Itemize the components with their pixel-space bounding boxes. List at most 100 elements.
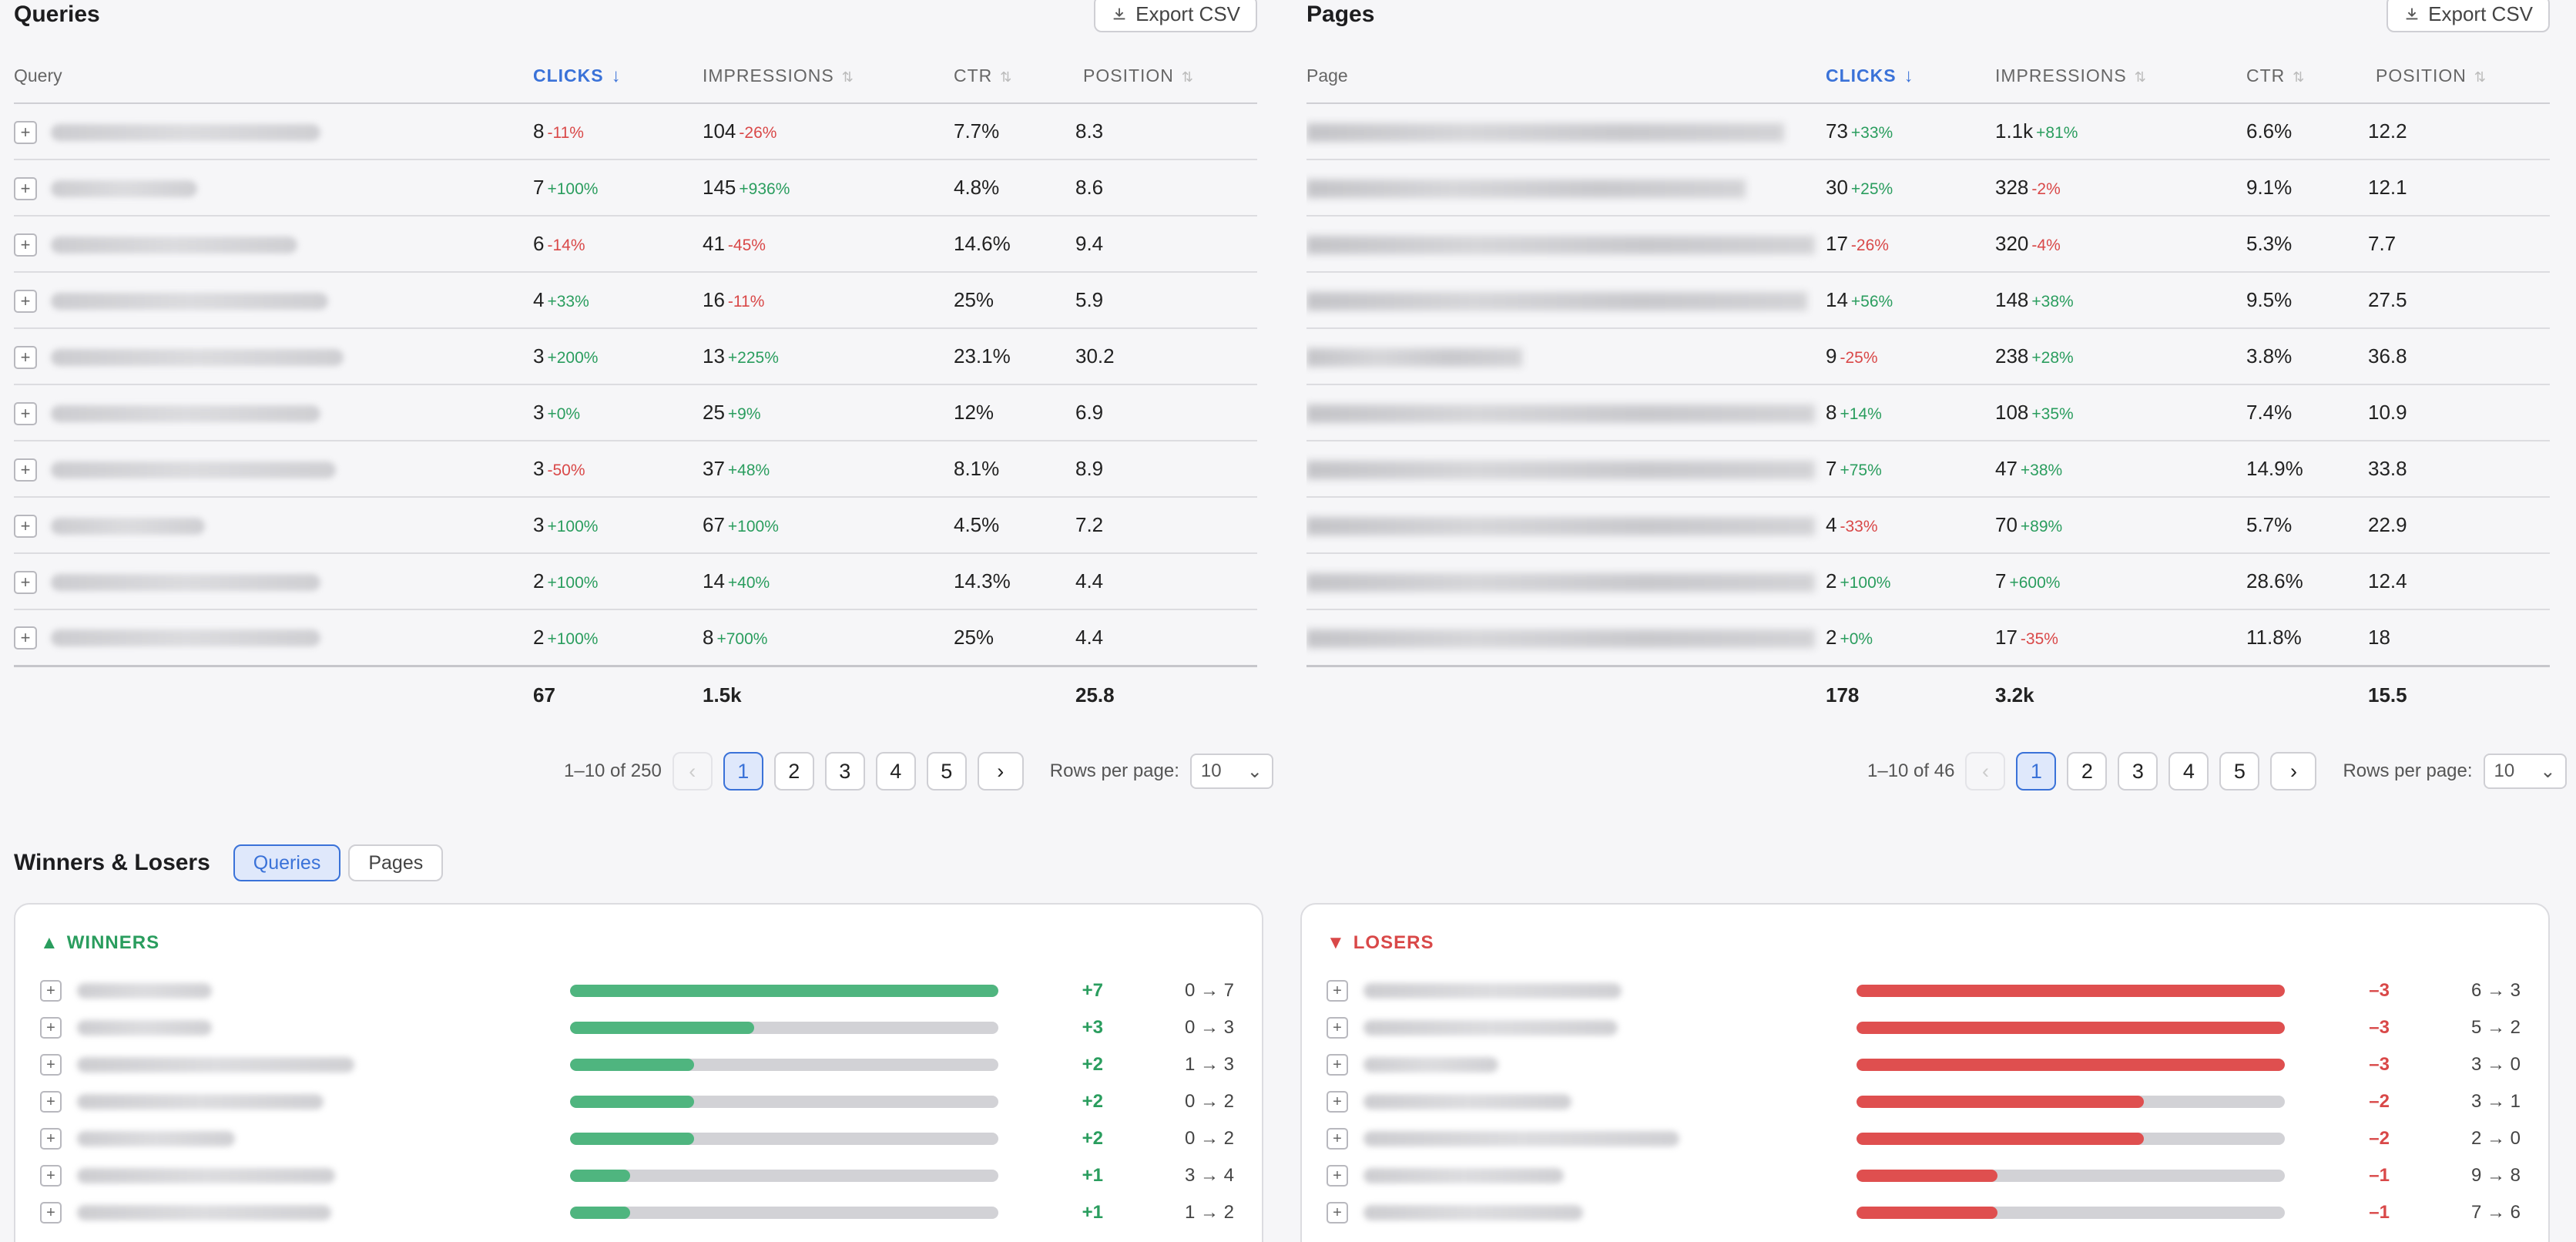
col-impressions[interactable]: IMPRESSIONS ⇅ — [1995, 49, 2246, 104]
plus-icon[interactable]: + — [14, 120, 37, 144]
page-button[interactable]: 5 — [2219, 752, 2260, 791]
page-button[interactable]: 2 — [773, 752, 814, 791]
plus-icon[interactable]: + — [14, 626, 37, 650]
page-url-cell[interactable] — [1306, 384, 1826, 441]
tab-queries[interactable]: Queries — [233, 844, 341, 881]
plus-icon[interactable]: + — [40, 1017, 62, 1039]
plus-icon[interactable]: + — [1327, 1054, 1348, 1076]
table-row[interactable]: +6 -14% 41 -45% 14.6% 9.4 — [14, 216, 1257, 273]
table-row[interactable]: +3 +200% 13 +225% 23.1% 30.2 — [14, 328, 1257, 385]
queries-export-button[interactable]: Export CSV — [1094, 0, 1257, 32]
table-row[interactable]: +4 +33% 16 -11% 25% 5.9 — [14, 272, 1257, 329]
plus-icon[interactable]: + — [40, 1054, 62, 1076]
page-url-cell[interactable] — [1306, 328, 1826, 385]
list-item[interactable]: + –3 6 → 3 — [1327, 972, 2528, 1009]
list-item[interactable]: + +2 0 → 2 — [40, 1120, 1242, 1157]
query-cell[interactable]: + — [14, 159, 533, 217]
page-button[interactable]: 5 — [926, 752, 967, 791]
plus-icon[interactable]: + — [1327, 980, 1348, 1002]
query-cell[interactable]: + — [14, 609, 533, 666]
next-page-button[interactable]: › — [977, 752, 1024, 791]
table-row[interactable]: 30 +25% 328 -2% 9.1% 12.1 — [1306, 159, 2550, 217]
table-row[interactable]: 2 +0% 17 -35% 11.8% 18 — [1306, 609, 2550, 666]
page-button[interactable]: 3 — [824, 752, 865, 791]
page-button[interactable]: 2 — [2067, 752, 2108, 791]
plus-icon[interactable]: + — [40, 1128, 62, 1150]
plus-icon[interactable]: + — [14, 289, 37, 313]
table-row[interactable]: +8 -11% 104 -26% 7.7% 8.3 — [14, 103, 1257, 160]
col-ctr[interactable]: CTR ⇅ — [954, 49, 1075, 104]
page-url-cell[interactable] — [1306, 441, 1826, 498]
plus-icon[interactable]: + — [1327, 1128, 1348, 1150]
page-button[interactable]: 1 — [723, 752, 763, 791]
plus-icon[interactable]: + — [14, 176, 37, 200]
table-row[interactable]: +3 -50% 37 +48% 8.1% 8.9 — [14, 441, 1257, 498]
plus-icon[interactable]: + — [1327, 1017, 1348, 1039]
list-item[interactable]: + –1 7 → 6 — [1327, 1194, 2528, 1231]
list-item[interactable]: + +2 0 → 2 — [40, 1083, 1242, 1120]
plus-icon[interactable]: + — [14, 401, 37, 425]
query-cell[interactable]: + — [14, 384, 533, 441]
query-cell[interactable]: + — [14, 328, 533, 385]
page-url-cell[interactable] — [1306, 216, 1826, 273]
table-row[interactable]: +2 +100% 8 +700% 25% 4.4 — [14, 609, 1257, 666]
table-row[interactable]: 4 -33% 70 +89% 5.7% 22.9 — [1306, 497, 2550, 554]
list-item[interactable]: + +3 0 → 3 — [40, 1009, 1242, 1046]
table-row[interactable]: 7 +75% 47 +38% 14.9% 33.8 — [1306, 441, 2550, 498]
prev-page-button[interactable]: ‹ — [672, 752, 713, 791]
rows-per-page-select[interactable]: 10 ⌄ — [2483, 754, 2567, 789]
query-cell[interactable]: + — [14, 216, 533, 273]
col-ctr[interactable]: CTR ⇅ — [2246, 49, 2368, 104]
plus-icon[interactable]: + — [14, 233, 37, 257]
list-item[interactable]: + +1 3 → 4 — [40, 1157, 1242, 1194]
tab-pages[interactable]: Pages — [348, 844, 444, 881]
col-clicks[interactable]: CLICKS ↓ — [1826, 49, 1995, 104]
table-row[interactable]: +7 +100% 145 +936% 4.8% 8.6 — [14, 159, 1257, 217]
page-url-cell[interactable] — [1306, 497, 1826, 554]
plus-icon[interactable]: + — [40, 980, 62, 1002]
col-position[interactable]: POSITION ⇅ — [1075, 49, 1257, 104]
list-item[interactable]: + –2 3 → 1 — [1327, 1083, 2528, 1120]
prev-page-button[interactable]: ‹ — [1965, 752, 2006, 791]
plus-icon[interactable]: + — [40, 1202, 62, 1224]
col-position[interactable]: POSITION ⇅ — [2368, 49, 2550, 104]
rows-per-page-select[interactable]: 10 ⌄ — [1189, 754, 1273, 789]
page-url-cell[interactable] — [1306, 272, 1826, 329]
plus-icon[interactable]: + — [40, 1091, 62, 1113]
query-cell[interactable]: + — [14, 441, 533, 498]
table-row[interactable]: +2 +100% 14 +40% 14.3% 4.4 — [14, 553, 1257, 610]
list-item[interactable]: + –2 2 → 0 — [1327, 1120, 2528, 1157]
list-item[interactable]: + –3 5 → 2 — [1327, 1009, 2528, 1046]
plus-icon[interactable]: + — [14, 458, 37, 482]
page-url-cell[interactable] — [1306, 553, 1826, 610]
table-row[interactable]: 2 +100% 7 +600% 28.6% 12.4 — [1306, 553, 2550, 610]
list-item[interactable]: + +1 1 → 2 — [40, 1194, 1242, 1231]
list-item[interactable]: + +2 1 → 3 — [40, 1046, 1242, 1083]
list-item[interactable]: + –1 9 → 8 — [1327, 1157, 2528, 1194]
page-url-cell[interactable] — [1306, 103, 1826, 160]
table-row[interactable]: 73 +33% 1.1k +81% 6.6% 12.2 — [1306, 103, 2550, 160]
page-url-cell[interactable] — [1306, 609, 1826, 666]
table-row[interactable]: 9 -25% 238 +28% 3.8% 36.8 — [1306, 328, 2550, 385]
query-cell[interactable]: + — [14, 272, 533, 329]
col-impressions[interactable]: IMPRESSIONS ⇅ — [703, 49, 954, 104]
page-button[interactable]: 3 — [2118, 752, 2158, 791]
plus-icon[interactable]: + — [1327, 1091, 1348, 1113]
list-item[interactable]: + +7 0 → 7 — [40, 972, 1242, 1009]
list-item[interactable]: + –3 3 → 0 — [1327, 1046, 2528, 1083]
plus-icon[interactable]: + — [14, 345, 37, 369]
plus-icon[interactable]: + — [1327, 1202, 1348, 1224]
page-button[interactable]: 1 — [2016, 752, 2057, 791]
table-row[interactable]: 17 -26% 320 -4% 5.3% 7.7 — [1306, 216, 2550, 273]
next-page-button[interactable]: › — [2270, 752, 2317, 791]
table-row[interactable]: 8 +14% 108 +35% 7.4% 10.9 — [1306, 384, 2550, 441]
col-clicks[interactable]: CLICKS ↓ — [533, 49, 703, 104]
plus-icon[interactable]: + — [40, 1165, 62, 1187]
page-button[interactable]: 4 — [2168, 752, 2209, 791]
table-row[interactable]: +3 +100% 67 +100% 4.5% 7.2 — [14, 497, 1257, 554]
pages-export-button[interactable]: Export CSV — [2386, 0, 2550, 32]
page-url-cell[interactable] — [1306, 159, 1826, 217]
table-row[interactable]: 14 +56% 148 +38% 9.5% 27.5 — [1306, 272, 2550, 329]
plus-icon[interactable]: + — [14, 570, 37, 594]
query-cell[interactable]: + — [14, 103, 533, 160]
